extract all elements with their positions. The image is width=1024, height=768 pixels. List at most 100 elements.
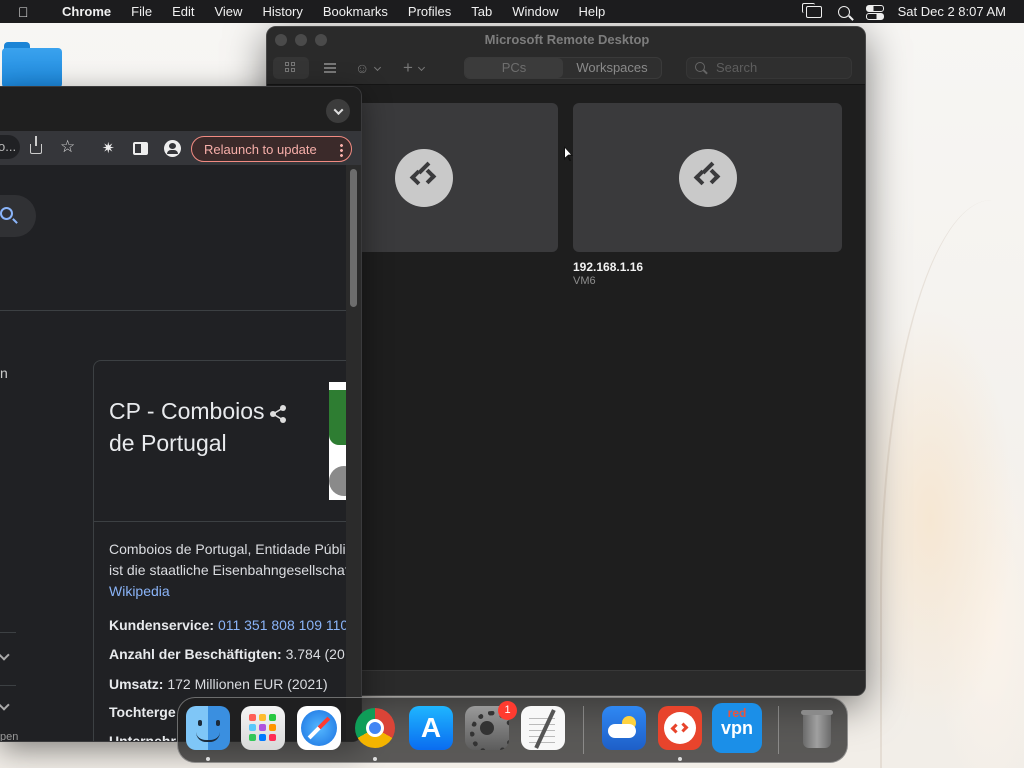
safari-icon[interactable] [297,706,341,750]
fact-revenue: Umsatz: 172 Millionen EUR (2021) [109,676,349,692]
apple-menu-icon[interactable]:  [18,4,40,20]
chevron-down-icon [417,63,425,72]
dock: A 1 red vpn [177,697,848,763]
knowledge-panel-image[interactable] [329,382,347,500]
address-bar[interactable]: o... [0,135,20,159]
chrome-window: o... ☆ ✷ Relaunch to update n pen CP - C… [0,86,362,742]
view-segmented-control: PCs Workspaces [464,57,662,79]
screen-mirroring-icon[interactable] [801,2,822,18]
search-field[interactable]: Search [686,57,852,79]
fact-employees: Anzahl der Beschäftigten: 3.784 (20 [109,646,349,662]
add-menu-button[interactable]: + [403,57,437,79]
divider [0,632,16,633]
fact-label: Tochterge [109,704,176,720]
list-view-button[interactable] [319,57,341,79]
menu-bookmarks[interactable]: Bookmarks [313,4,398,19]
search-results-page: n pen CP - Comboios de Portugal Comboios… [0,165,349,742]
phone-link[interactable]: 011 351 808 109 110 [218,617,348,633]
menu-view[interactable]: View [204,4,252,19]
segment-pcs[interactable]: PCs [465,58,563,78]
menu-app-name[interactable]: Chrome [52,4,121,19]
window-title: Microsoft Remote Desktop [484,32,650,47]
menu-bar-clock[interactable]: Sat Dec 2 8:07 AM [898,4,1006,19]
desktop-folder-icon[interactable] [2,40,62,88]
result-text-fragment: pen [0,731,19,742]
finder-icon[interactable] [186,706,230,750]
dock-separator [583,706,584,754]
dock-separator [778,706,779,754]
tab-strip [0,87,361,131]
menu-edit[interactable]: Edit [162,4,204,19]
control-center-icon[interactable] [865,5,884,20]
weather-icon[interactable] [602,706,646,750]
chevron-down-icon[interactable] [0,649,10,661]
launchpad-icon[interactable] [241,706,285,750]
fact-value: 3.784 (20 [285,646,345,662]
chrome-core [366,719,384,737]
settings-menu-button[interactable]: ☺ [355,57,387,79]
scrollbar-thumb[interactable] [350,169,357,307]
extensions-icon[interactable]: ✷ [102,139,118,157]
remote-desktop-icon [395,149,453,207]
fact-label: Unternehr [109,733,176,742]
chrome-icon[interactable] [353,706,397,750]
trash-icon[interactable] [795,706,839,750]
divider [0,685,16,686]
tab-search-button[interactable] [326,99,350,123]
remote-desktop-icon [679,149,737,207]
grid-view-button[interactable] [273,57,309,79]
bookmark-star-icon[interactable]: ☆ [60,138,76,155]
share-icon[interactable] [270,405,288,423]
fact-label: Kundenservice: [109,617,215,633]
pc-tile[interactable] [573,103,842,252]
fact-value: 172 Millionen EUR (2021) [167,676,328,692]
fact-label: Anzahl der Beschäftigten: [109,646,282,662]
menu-profiles[interactable]: Profiles [398,4,461,19]
search-button[interactable] [0,195,36,237]
side-panel-icon[interactable] [133,142,148,155]
knowledge-panel: CP - Comboios de Portugal Comboios de Po… [93,360,349,742]
running-indicator [373,757,377,761]
scrollbar[interactable] [346,165,361,741]
segment-workspaces[interactable]: Workspaces [563,58,661,78]
smiley-icon: ☺ [355,60,370,76]
search-icon [0,207,13,220]
remote-desktop-icon[interactable] [658,706,702,750]
running-indicator [678,757,682,761]
description-line: Comboios de Portugal, Entidade Públi [109,541,346,557]
vpn-icon[interactable]: red vpn [712,703,762,753]
wikipedia-link[interactable]: Wikipedia [109,581,349,602]
relaunch-to-update-button[interactable]: Relaunch to update [191,136,352,162]
menu-file[interactable]: File [121,4,162,19]
fact-label: Umsatz: [109,676,164,692]
search-icon [695,62,705,72]
relaunch-label: Relaunch to update [204,141,317,157]
description-line: ist die staatliche Eisenbahngesellschaf [109,562,349,578]
chevron-down-icon [374,63,382,72]
app-store-icon[interactable]: A [409,706,453,750]
result-text-fragment: n [0,365,8,381]
menu-bar:  Chrome File Edit View History Bookmark… [0,0,1024,23]
pc-subtitle: VM6 [573,275,596,287]
knowledge-panel-title: CP - Comboios de Portugal [109,398,265,456]
fact-customer-service: Kundenservice: 011 351 808 109 110 [109,617,349,633]
notification-badge: 1 [498,701,517,720]
spotlight-search-icon[interactable] [837,5,850,18]
running-indicator [206,757,210,761]
menu-history[interactable]: History [252,4,312,19]
menu-tab[interactable]: Tab [461,4,502,19]
share-icon[interactable] [30,136,42,154]
search-placeholder: Search [716,60,758,75]
menu-bar-status-area: Sat Dec 2 8:07 AM [801,0,1006,23]
remote-desktop-titlebar: Microsoft Remote Desktop ☺ + PCs Workspa… [267,27,865,85]
knowledge-panel-description: Comboios de Portugal, Entidade Públi ist… [109,539,349,602]
more-menu-icon[interactable] [340,143,343,157]
chevron-down-icon[interactable] [0,699,10,711]
menu-help[interactable]: Help [569,4,616,19]
profile-avatar-icon[interactable] [164,140,181,157]
plus-icon: + [403,58,413,77]
divider [0,310,346,311]
textedit-icon[interactable] [521,706,565,750]
menu-window[interactable]: Window [502,4,568,19]
chevron-down-icon [333,104,343,115]
